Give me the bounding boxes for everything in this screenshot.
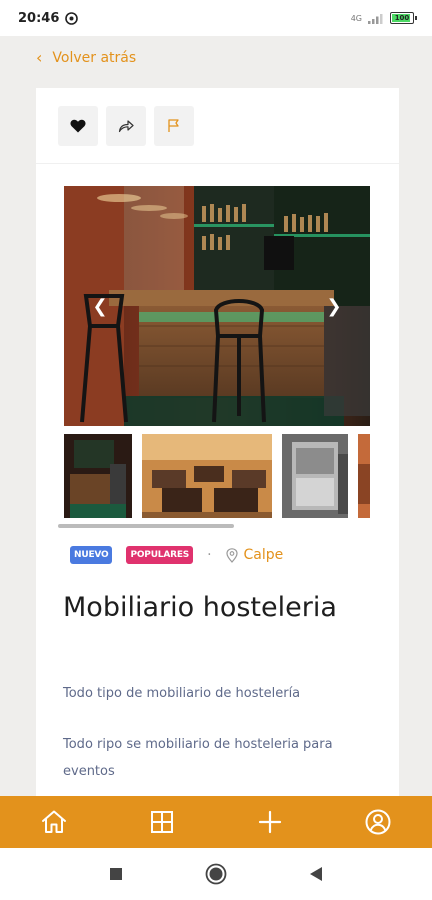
thumbnail-1[interactable] — [64, 434, 132, 518]
user-icon — [365, 809, 391, 835]
plus-icon — [258, 810, 282, 834]
battery-icon: 100 — [390, 12, 417, 24]
badge-new: NUEVO — [70, 546, 113, 564]
status-left: 20:46 — [18, 10, 79, 26]
nav-categories[interactable] — [142, 802, 182, 842]
flag-icon — [168, 119, 179, 132]
bar-counter-photo — [64, 434, 132, 518]
bottom-nav — [0, 796, 432, 848]
recents-button[interactable] — [101, 859, 131, 889]
listing-meta: NUEVO POPULARES · Calpe — [70, 546, 283, 564]
status-time: 20:46 — [18, 10, 60, 26]
gallery-next-arrow[interactable]: ❯ — [320, 292, 348, 320]
back-label: Volver atrás — [52, 49, 137, 66]
badge-popular: POPULARES — [126, 546, 194, 564]
nav-add[interactable] — [250, 802, 290, 842]
grid-icon — [151, 811, 173, 833]
thumbnail-3[interactable] — [282, 434, 348, 518]
gallery-main-image[interactable]: ❮ ❯ — [64, 186, 370, 426]
gallery-prev-arrow[interactable]: ❮ — [86, 292, 114, 320]
location[interactable]: Calpe — [225, 547, 284, 563]
report-button[interactable] — [154, 105, 194, 146]
restaurant-interior-photo — [142, 434, 272, 518]
thumbnail-2[interactable] — [142, 434, 272, 518]
meta-separator: · — [207, 547, 212, 563]
map-pin-icon — [225, 547, 238, 563]
signal-icon — [368, 13, 383, 24]
thumbnail-scrollbar[interactable] — [58, 524, 234, 528]
network-label: 4G — [350, 13, 362, 23]
circle-icon — [205, 863, 227, 885]
share-button[interactable] — [106, 105, 146, 146]
chevron-left-icon: ‹ — [36, 48, 43, 67]
home-system-button[interactable] — [201, 859, 231, 889]
notification-icon — [65, 11, 79, 25]
triangle-back-icon — [310, 867, 322, 881]
nav-home[interactable] — [34, 802, 74, 842]
status-right: 4G 100 — [350, 12, 417, 24]
listing-description: Todo ripo se mobiliario de hosteleria pa… — [63, 737, 333, 779]
back-button[interactable]: ‹ Volver atrás — [36, 48, 136, 67]
thumbnail-4[interactable] — [358, 434, 370, 518]
heart-icon — [70, 119, 86, 132]
back-system-button[interactable] — [301, 859, 331, 889]
action-row — [36, 88, 399, 164]
gallery-thumbnails — [64, 434, 370, 518]
favorite-button[interactable] — [58, 105, 98, 146]
nav-profile[interactable] — [358, 802, 398, 842]
system-nav — [0, 848, 432, 900]
status-bar: 20:46 4G 100 — [0, 0, 432, 36]
battery-level: 100 — [394, 14, 410, 22]
square-icon — [110, 868, 122, 880]
partial-photo — [358, 434, 370, 518]
listing-card: ❮ ❯ NUEVO POPULARES · Calpe Mobiliario h… — [36, 88, 399, 798]
location-label: Calpe — [243, 547, 284, 563]
share-icon — [118, 119, 134, 132]
listing-title: Mobiliario hosteleria — [63, 592, 337, 623]
home-icon — [42, 810, 66, 833]
dishwasher-photo — [282, 434, 348, 518]
listing-summary: Todo tipo de mobiliario de hostelería — [63, 686, 301, 701]
